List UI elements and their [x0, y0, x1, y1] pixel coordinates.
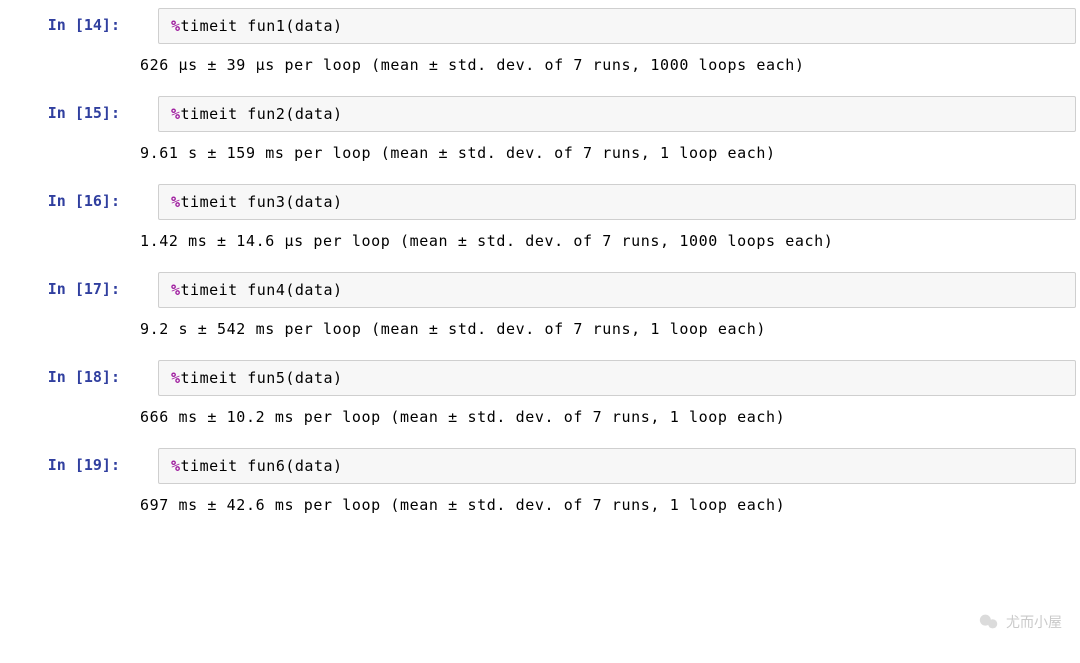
function-name: fun6: [247, 457, 285, 475]
notebook-cell: In [18]: %timeit fun5(data) 666 ms ± 10.…: [4, 360, 1076, 426]
argument: data: [295, 105, 333, 123]
open-paren: (: [285, 457, 295, 475]
magic-command: timeit: [181, 457, 238, 475]
input-row: In [16]: %timeit fun3(data): [4, 184, 1076, 220]
argument: data: [295, 193, 333, 211]
function-name: fun1: [247, 17, 285, 35]
input-row: In [18]: %timeit fun5(data): [4, 360, 1076, 396]
open-paren: (: [285, 17, 295, 35]
close-paren: ): [333, 369, 343, 387]
watermark: 尤而小屋: [978, 611, 1062, 633]
code-input[interactable]: %timeit fun3(data): [158, 184, 1076, 220]
code-input[interactable]: %timeit fun6(data): [158, 448, 1076, 484]
wechat-icon: [978, 611, 1000, 633]
magic-percent: %: [171, 281, 181, 299]
magic-percent: %: [171, 193, 181, 211]
argument: data: [295, 281, 333, 299]
argument: data: [295, 17, 333, 35]
code-input[interactable]: %timeit fun1(data): [158, 8, 1076, 44]
cell-output: 626 µs ± 39 µs per loop (mean ± std. dev…: [4, 44, 1076, 74]
input-prompt: In [16]:: [4, 184, 126, 220]
close-paren: ): [333, 105, 343, 123]
run-indicator[interactable]: [126, 96, 150, 132]
run-indicator[interactable]: [126, 184, 150, 220]
close-paren: ): [333, 17, 343, 35]
notebook-cell: In [14]: %timeit fun1(data) 626 µs ± 39 …: [4, 8, 1076, 74]
cell-output: 9.61 s ± 159 ms per loop (mean ± std. de…: [4, 132, 1076, 162]
code-input[interactable]: %timeit fun4(data): [158, 272, 1076, 308]
cell-output: 697 ms ± 42.6 ms per loop (mean ± std. d…: [4, 484, 1076, 514]
close-paren: ): [333, 193, 343, 211]
input-row: In [15]: %timeit fun2(data): [4, 96, 1076, 132]
function-name: fun4: [247, 281, 285, 299]
input-prompt: In [18]:: [4, 360, 126, 396]
magic-percent: %: [171, 457, 181, 475]
notebook-cell: In [19]: %timeit fun6(data) 697 ms ± 42.…: [4, 448, 1076, 514]
cell-output: 666 ms ± 10.2 ms per loop (mean ± std. d…: [4, 396, 1076, 426]
code-line: %timeit fun4(data): [171, 281, 343, 299]
magic-percent: %: [171, 369, 181, 387]
input-row: In [17]: %timeit fun4(data): [4, 272, 1076, 308]
magic-command: timeit: [181, 105, 238, 123]
input-row: In [14]: %timeit fun1(data): [4, 8, 1076, 44]
cell-output: 1.42 ms ± 14.6 µs per loop (mean ± std. …: [4, 220, 1076, 250]
magic-command: timeit: [181, 369, 238, 387]
argument: data: [295, 369, 333, 387]
run-indicator[interactable]: [126, 8, 150, 44]
input-row: In [19]: %timeit fun6(data): [4, 448, 1076, 484]
close-paren: ): [333, 457, 343, 475]
code-line: %timeit fun5(data): [171, 369, 343, 387]
watermark-text: 尤而小屋: [1006, 612, 1062, 632]
code-line: %timeit fun6(data): [171, 457, 343, 475]
argument: data: [295, 457, 333, 475]
magic-command: timeit: [181, 17, 238, 35]
run-indicator[interactable]: [126, 448, 150, 484]
notebook-cell: In [17]: %timeit fun4(data) 9.2 s ± 542 …: [4, 272, 1076, 338]
magic-command: timeit: [181, 193, 238, 211]
close-paren: ): [333, 281, 343, 299]
open-paren: (: [285, 105, 295, 123]
code-line: %timeit fun3(data): [171, 193, 343, 211]
code-input[interactable]: %timeit fun2(data): [158, 96, 1076, 132]
cell-output: 9.2 s ± 542 ms per loop (mean ± std. dev…: [4, 308, 1076, 338]
magic-command: timeit: [181, 281, 238, 299]
code-line: %timeit fun2(data): [171, 105, 343, 123]
code-line: %timeit fun1(data): [171, 17, 343, 35]
magic-percent: %: [171, 105, 181, 123]
open-paren: (: [285, 281, 295, 299]
function-name: fun3: [247, 193, 285, 211]
open-paren: (: [285, 193, 295, 211]
run-indicator[interactable]: [126, 272, 150, 308]
input-prompt: In [15]:: [4, 96, 126, 132]
magic-percent: %: [171, 17, 181, 35]
function-name: fun5: [247, 369, 285, 387]
input-prompt: In [14]:: [4, 8, 126, 44]
function-name: fun2: [247, 105, 285, 123]
open-paren: (: [285, 369, 295, 387]
input-prompt: In [19]:: [4, 448, 126, 484]
run-indicator[interactable]: [126, 360, 150, 396]
notebook-cell: In [16]: %timeit fun3(data) 1.42 ms ± 14…: [4, 184, 1076, 250]
code-input[interactable]: %timeit fun5(data): [158, 360, 1076, 396]
notebook-cell: In [15]: %timeit fun2(data) 9.61 s ± 159…: [4, 96, 1076, 162]
input-prompt: In [17]:: [4, 272, 126, 308]
